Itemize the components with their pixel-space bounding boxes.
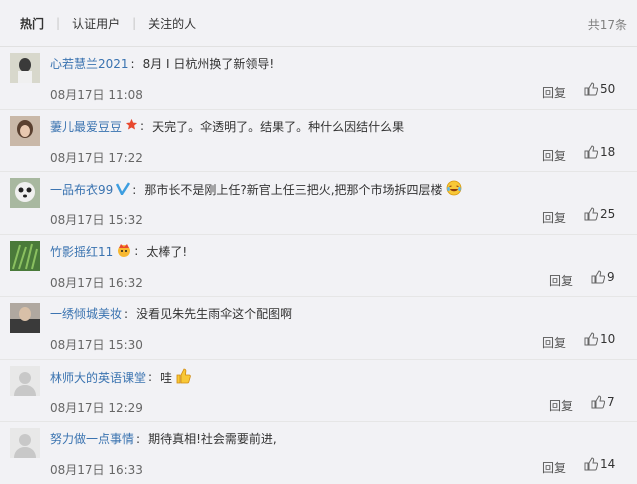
- tab-hot[interactable]: 热门: [20, 15, 44, 32]
- tab-verified-users[interactable]: 认证用户: [72, 15, 120, 32]
- comment-item: 心若慧兰2021 : 8月 I 日杭州换了新领导! 08月17日 11:08 回…: [0, 47, 637, 110]
- tab-separator: |: [132, 16, 137, 30]
- username[interactable]: 萋儿最爱豆豆: [50, 118, 122, 135]
- avatar[interactable]: [10, 178, 40, 208]
- like-button[interactable]: 50: [584, 82, 615, 96]
- thumbs-up-icon: [584, 82, 598, 96]
- like-button[interactable]: 14: [584, 457, 615, 471]
- comment-time: 08月17日 16:33: [50, 463, 143, 477]
- colon: :: [134, 244, 139, 258]
- comment-time: 08月17日 17:22: [50, 150, 143, 165]
- thumbs-up-icon: [584, 207, 598, 221]
- comment-text: 太棒了!: [146, 244, 188, 259]
- username[interactable]: 心若慧兰2021: [50, 55, 129, 72]
- comment-time: 08月17日 15:30: [50, 338, 143, 352]
- comment-time: 08月17日 15:32: [50, 213, 143, 227]
- username[interactable]: 一绣倾城美妆: [50, 305, 122, 322]
- comment-item: 竹影摇红11 : 太棒了! 08月17日 16:32 回复 9: [0, 235, 637, 297]
- avatar[interactable]: [10, 240, 40, 271]
- comment-item: 一品布衣99 : 那市长不是刚上任?新官上任三把火,把那个市场拆四层楼 08月1…: [0, 172, 637, 235]
- comment-text: 天完了。伞透明了。结果了。种什么因结什么果: [152, 119, 405, 134]
- like-button[interactable]: 7: [591, 395, 615, 409]
- laugh-cry-emoji-icon: [446, 180, 462, 199]
- tab-following[interactable]: 关注的人: [148, 15, 196, 32]
- comment-text: 期待真相!社会需要前进,: [148, 432, 277, 446]
- comment-time: 08月17日 11:08: [50, 88, 143, 102]
- like-button[interactable]: 9: [591, 270, 615, 284]
- thumbs-up-icon: [591, 394, 605, 408]
- comment-time: 08月17日 12:29: [50, 400, 143, 415]
- username[interactable]: 一品布衣99: [50, 181, 113, 198]
- comment-time: 08月17日 16:32: [50, 275, 143, 290]
- like-count: 7: [607, 394, 615, 409]
- thumbs-up-icon: [584, 457, 598, 471]
- thumbs-up-icon: [591, 269, 605, 283]
- colon: :: [132, 182, 137, 197]
- verified-v-icon: [116, 181, 131, 198]
- comment-item: 萋儿最爱豆豆 : 天完了。伞透明了。结果了。种什么因结什么果 08月17日 17…: [0, 110, 637, 172]
- like-count: 25: [600, 207, 616, 221]
- like-button[interactable]: 10: [584, 332, 615, 346]
- comment-text: 哇: [160, 370, 173, 385]
- colon: :: [148, 370, 153, 384]
- star-badge-icon: [125, 118, 138, 134]
- avatar[interactable]: [10, 365, 40, 396]
- tab-separator: |: [56, 16, 61, 30]
- comment-text: 8月 I 日杭州换了新领导!: [142, 57, 275, 71]
- thumbs-up-icon: [584, 144, 598, 158]
- like-count: 10: [600, 332, 616, 346]
- comment-text: 那市长不是刚上任?新官上任三把火,把那个市场拆四层楼: [144, 183, 443, 197]
- avatar[interactable]: [10, 53, 40, 83]
- reply-button[interactable]: 回复: [542, 209, 566, 226]
- reply-button[interactable]: 回复: [542, 459, 566, 476]
- like-count: 9: [607, 269, 615, 284]
- colon: :: [136, 431, 141, 446]
- colon: :: [140, 119, 145, 133]
- reply-button[interactable]: 回复: [542, 147, 566, 164]
- crown-badge-icon: [116, 243, 132, 260]
- username[interactable]: 努力做一点事情: [50, 430, 134, 447]
- username[interactable]: 竹影摇红11: [50, 243, 113, 260]
- comment-filter-tabs: 热门 | 认证用户 | 关注的人 共17条: [0, 0, 637, 47]
- username[interactable]: 林师大的英语课堂: [50, 369, 146, 386]
- comment-item: 努力做一点事情 : 期待真相!社会需要前进, 08月17日 16:33 回复 1…: [0, 422, 637, 484]
- reply-button[interactable]: 回复: [549, 272, 573, 289]
- like-count: 18: [600, 144, 616, 159]
- avatar[interactable]: [10, 428, 40, 458]
- reply-button[interactable]: 回复: [542, 84, 566, 101]
- avatar[interactable]: [10, 115, 40, 146]
- like-count: 50: [600, 82, 616, 96]
- thumbs-up-icon: [584, 332, 598, 346]
- colon: :: [130, 56, 135, 71]
- comment-text: 没看见朱先生雨伞这个配图啊: [136, 307, 293, 321]
- thumbs-up-emoji-icon: [175, 368, 191, 387]
- comment-item: 一绣倾城美妆 : 没看见朱先生雨伞这个配图啊 08月17日 15:30 回复 1…: [0, 297, 637, 360]
- like-button[interactable]: 25: [584, 207, 615, 221]
- like-button[interactable]: 18: [584, 145, 615, 159]
- comment-item: 林师大的英语课堂 : 哇 08月17日 12:29 回复 7: [0, 360, 637, 422]
- like-count: 14: [600, 457, 616, 471]
- colon: :: [124, 306, 129, 321]
- reply-button[interactable]: 回复: [542, 334, 566, 351]
- total-count: 共17条: [587, 18, 627, 32]
- avatar[interactable]: [10, 303, 40, 333]
- reply-button[interactable]: 回复: [549, 397, 573, 414]
